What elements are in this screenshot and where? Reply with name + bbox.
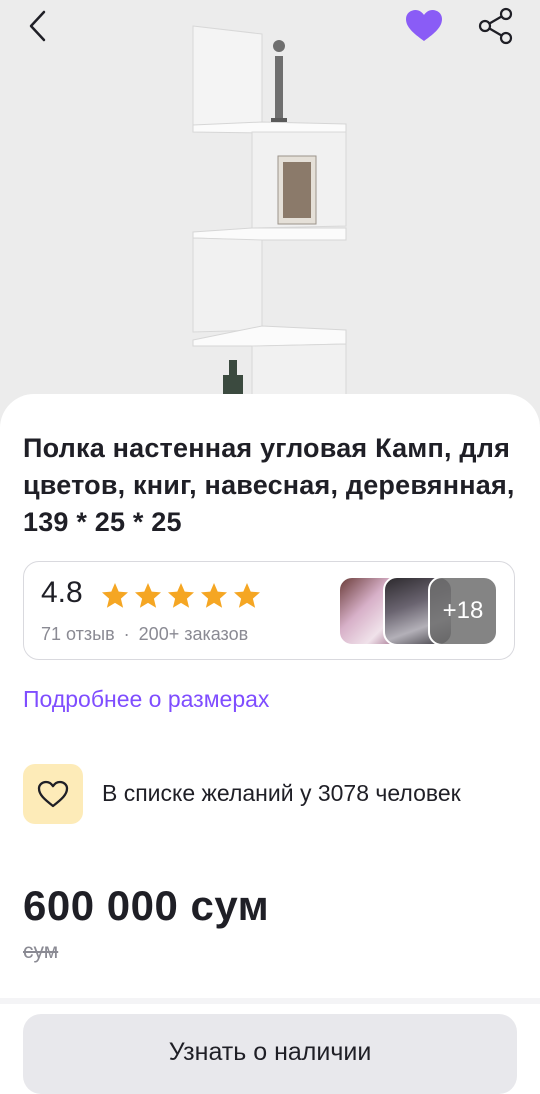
orders-count: 200+ заказов — [138, 624, 249, 644]
rating-value: 4.8 — [41, 576, 83, 609]
heart-filled-icon — [406, 10, 442, 41]
star-icon — [135, 583, 161, 608]
star-icon — [234, 583, 260, 608]
back-button[interactable] — [20, 8, 56, 44]
product-info-card: Полка настенная угловая Камп, для цветов… — [0, 394, 540, 1094]
size-details-link[interactable]: Подробнее о размерах — [23, 686, 269, 713]
wishlist-count-text: В списке желаний у 3078 человек — [102, 780, 461, 806]
chevron-left-icon — [29, 10, 46, 42]
star-icon — [102, 583, 128, 608]
share-button[interactable] — [474, 4, 518, 48]
product-price: 600 000 сум — [23, 882, 270, 929]
reviews-count: 71 отзыв — [41, 624, 115, 644]
rating-reviews-block[interactable]: 4.8 71 отзыв · 200+ заказов +18 — [23, 561, 515, 660]
section-divider — [0, 998, 540, 1004]
rating-meta: 71 отзыв · 200+ заказов — [41, 624, 248, 645]
review-photos[interactable]: +18 — [338, 576, 498, 646]
old-price: сум — [23, 940, 59, 963]
product-photo-shelf — [192, 25, 347, 430]
rating-stars — [100, 581, 262, 611]
heart-outline-icon — [37, 780, 69, 808]
share-icon — [478, 7, 513, 45]
wishlist-badge — [23, 764, 83, 824]
product-image-area[interactable] — [0, 0, 540, 430]
check-availability-button[interactable]: Узнать о наличии — [23, 1014, 517, 1094]
product-title: Полка настенная угловая Камп, для цветов… — [23, 433, 515, 537]
star-icon — [168, 583, 194, 608]
meta-separator: · — [123, 624, 130, 644]
favorite-button[interactable] — [402, 4, 446, 48]
star-icon — [201, 583, 227, 608]
more-photos-badge[interactable]: +18 — [428, 576, 498, 646]
